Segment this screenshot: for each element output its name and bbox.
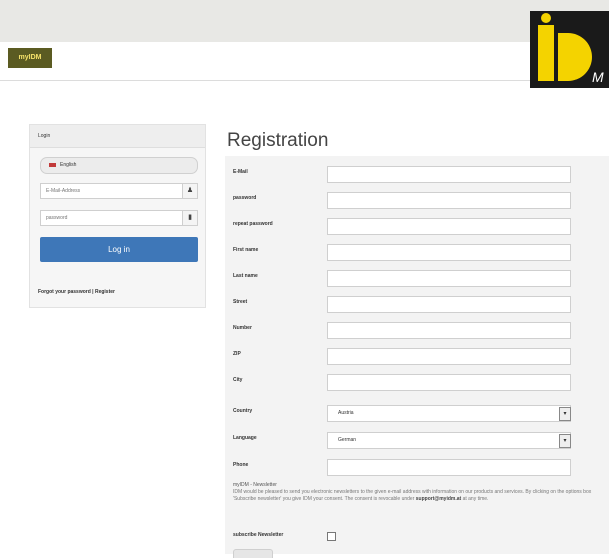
subscribe-label: subscribe Newsletter [233,532,284,538]
city-input[interactable] [327,374,571,391]
newsletter-text: IDM would be pleased to send you electro… [233,489,592,502]
user-icon: ♟ [182,184,197,198]
last-name-input[interactable] [327,270,571,287]
newsletter-text-end: at any time. [462,496,489,502]
header-bar [0,42,609,81]
login-password-input[interactable] [41,211,184,225]
form-row-zip: ZIP [225,342,609,368]
chevron-down-icon[interactable]: ▾ [559,434,571,448]
form-row-number: Number [225,316,609,342]
subscribe-checkbox[interactable] [327,532,336,541]
top-band [0,0,609,42]
field-label: Street [233,299,248,305]
chevron-down-icon[interactable]: ▾ [559,407,571,421]
login-email-field: ♟ [40,183,198,199]
registration-title: Registration [227,130,329,151]
language-label: English [60,162,77,168]
field-label: ZIP [233,351,241,357]
language-value: German [338,437,357,443]
language-selector[interactable]: English [40,157,198,174]
phone-input[interactable] [327,459,571,476]
link-separator: | [92,289,94,295]
forgot-password-link[interactable]: Forgot your password [38,289,91,295]
logo-i-dot [541,13,551,23]
login-email-input[interactable] [41,184,184,198]
login-title: Login [30,125,205,148]
register-link[interactable]: Register [95,289,115,295]
field-label: Language [233,435,257,441]
password-input[interactable] [327,192,571,209]
field-label: password [233,195,257,201]
zip-input[interactable] [327,348,571,365]
form-row-password: password [225,186,609,212]
logo-i [538,25,554,81]
form-row-email: E-Mail [225,160,609,186]
language-select[interactable]: German ▾ [327,432,571,449]
logo-d [558,33,592,81]
login-password-field: ▮ [40,210,198,226]
login-button[interactable]: Log in [40,237,198,262]
field-label: repeat password [233,221,273,227]
login-links: Forgot your password | Register [38,289,115,295]
field-label: Last name [233,273,258,279]
form-row-repeat-password: repeat password [225,212,609,238]
form-row-language: Language German ▾ [225,426,609,452]
newsletter-title: myIDM - Newsletter [233,482,277,488]
registration-form: E-Mail password repeat password First na… [225,156,609,558]
country-select[interactable]: Austria ▾ [327,405,571,422]
support-email-link[interactable]: support@myidm.at [416,496,461,502]
field-label: Number [233,325,252,331]
field-label: Phone [233,462,249,468]
form-row-last-name: Last name [225,264,609,290]
field-label: City [233,377,243,383]
form-row-country: Country Austria ▾ [225,399,609,425]
form-row-phone: Phone [225,453,609,479]
brand-badge[interactable]: myIDM [8,48,52,68]
lock-icon: ▮ [182,211,197,225]
logo-m: M [592,69,604,85]
field-label: E-Mail [233,169,248,175]
form-row-city: City [225,368,609,394]
country-value: Austria [338,410,354,416]
number-input[interactable] [327,322,571,339]
email-input[interactable] [327,166,571,183]
field-label: First name [233,247,259,253]
newsletter-info: myIDM - Newsletter IDM would be pleased … [233,482,599,503]
idm-logo: M [530,11,609,88]
form-row-first-name: First name [225,238,609,264]
flag-icon [49,162,56,167]
first-name-input[interactable] [327,244,571,261]
field-label: Country [233,408,253,414]
login-panel: Login English ♟ ▮ Log in Forgot your pas… [29,124,206,308]
street-input[interactable] [327,296,571,313]
form-row-street: Street [225,290,609,316]
repeat-password-input[interactable] [327,218,571,235]
